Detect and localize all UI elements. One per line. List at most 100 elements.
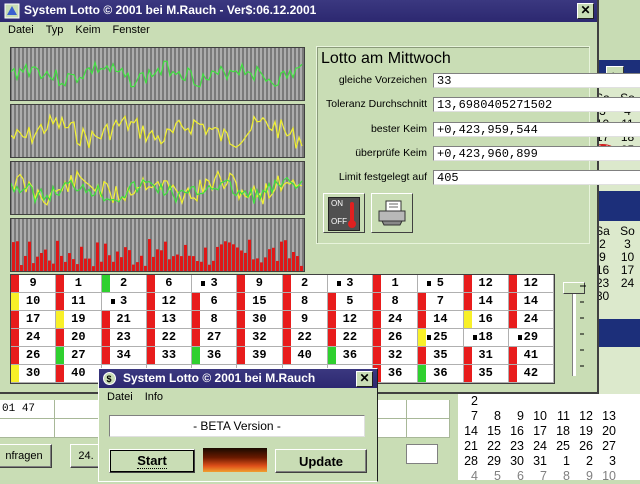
number-cell[interactable]: 5 bbox=[418, 275, 464, 293]
calendar-day[interactable]: 8 bbox=[481, 409, 504, 424]
gleiche-vorzeichen-field[interactable]: 33 bbox=[433, 73, 640, 88]
number-cell[interactable]: 6 bbox=[192, 293, 238, 311]
calendar-day[interactable]: 30 bbox=[504, 454, 527, 469]
menu-fenster[interactable]: Fenster bbox=[112, 22, 149, 40]
calendar-day[interactable]: 19 bbox=[573, 424, 596, 439]
number-cell[interactable]: 36 bbox=[192, 347, 238, 365]
number-cell[interactable]: 15 bbox=[237, 293, 283, 311]
number-cell[interactable]: 26 bbox=[373, 329, 419, 347]
calendar-day[interactable]: 23 bbox=[504, 439, 527, 454]
calendar-day[interactable]: 8 bbox=[550, 469, 573, 484]
calendar-day[interactable]: 31 bbox=[527, 454, 550, 469]
calendar-day[interactable]: 27 bbox=[596, 439, 619, 454]
number-cell[interactable]: 23 bbox=[101, 329, 147, 347]
calendar-day[interactable]: 29 bbox=[481, 454, 504, 469]
number-cell[interactable]: 1 bbox=[56, 275, 102, 293]
calendar-day[interactable]: 5 bbox=[481, 469, 504, 484]
calendar-day[interactable]: 15 bbox=[481, 424, 504, 439]
calendar-day[interactable]: 11 bbox=[550, 409, 573, 424]
calendar-day[interactable]: 21 bbox=[458, 439, 481, 454]
number-cell[interactable]: 17 bbox=[11, 311, 57, 329]
calendar-day[interactable]: 16 bbox=[504, 424, 527, 439]
menu-info[interactable]: Info bbox=[145, 391, 163, 403]
calendar-day[interactable] bbox=[481, 394, 504, 409]
update-button[interactable]: Update bbox=[275, 449, 367, 473]
number-cell[interactable]: 32 bbox=[373, 347, 419, 365]
number-cell[interactable]: 14 bbox=[418, 311, 464, 329]
number-cell[interactable]: 6 bbox=[146, 275, 192, 293]
calendar-day[interactable]: 4 bbox=[458, 469, 481, 484]
calendar-day[interactable]: 10 bbox=[527, 409, 550, 424]
number-cell[interactable]: 31 bbox=[463, 347, 509, 365]
calendar-day[interactable]: 1 bbox=[550, 454, 573, 469]
calendar-day[interactable]: 26 bbox=[573, 439, 596, 454]
number-cell[interactable]: 12 bbox=[146, 293, 192, 311]
number-cell[interactable]: 12 bbox=[508, 275, 554, 293]
close-icon[interactable]: ✕ bbox=[577, 3, 594, 19]
number-cell[interactable]: 22 bbox=[327, 329, 373, 347]
number-cell[interactable]: 32 bbox=[237, 329, 283, 347]
number-cell[interactable]: 1 bbox=[373, 275, 419, 293]
number-cell[interactable]: 29 bbox=[508, 329, 554, 347]
calendar-day[interactable]: 22 bbox=[481, 439, 504, 454]
number-cell[interactable]: 35 bbox=[418, 347, 464, 365]
calendar-day[interactable] bbox=[573, 394, 596, 409]
start-button[interactable]: Start bbox=[109, 449, 195, 473]
number-cell[interactable]: 13 bbox=[146, 311, 192, 329]
calendar-day[interactable]: 2 bbox=[458, 394, 481, 409]
calendar-day[interactable]: 25 bbox=[550, 439, 573, 454]
calendar-day[interactable]: 7 bbox=[527, 469, 550, 484]
ueberpruefe-keim-field[interactable]: +0,423,960,899 bbox=[433, 146, 640, 161]
number-cell[interactable]: 41 bbox=[508, 347, 554, 365]
number-cell[interactable]: 40 bbox=[282, 347, 328, 365]
number-cell[interactable]: 9 bbox=[11, 275, 57, 293]
calendar-day[interactable]: 13 bbox=[596, 409, 619, 424]
number-cell[interactable]: 36 bbox=[327, 347, 373, 365]
calendar-day[interactable]: 3 bbox=[596, 454, 619, 469]
number-cell[interactable]: 27 bbox=[56, 347, 102, 365]
anfragen-button[interactable]: nfragen bbox=[0, 444, 52, 468]
number-cell[interactable]: 35 bbox=[463, 365, 509, 383]
number-cell[interactable]: 36 bbox=[418, 365, 464, 383]
dialog-close-icon[interactable]: ✕ bbox=[356, 371, 373, 387]
calendar-day[interactable]: 9 bbox=[573, 469, 596, 484]
number-cell[interactable]: 12 bbox=[463, 275, 509, 293]
number-cell[interactable]: 33 bbox=[146, 347, 192, 365]
number-cell[interactable]: 18 bbox=[463, 329, 509, 347]
calendar-day[interactable]: 18 bbox=[550, 424, 573, 439]
number-cell[interactable]: 42 bbox=[508, 365, 554, 383]
number-cell[interactable]: 9 bbox=[282, 311, 328, 329]
number-cell[interactable]: 12 bbox=[327, 311, 373, 329]
calendar-day[interactable]: 9 bbox=[504, 409, 527, 424]
number-cell[interactable]: 7 bbox=[418, 293, 464, 311]
calendar-day[interactable]: 14 bbox=[458, 424, 481, 439]
number-cell[interactable]: 5 bbox=[327, 293, 373, 311]
menu-typ[interactable]: Typ bbox=[46, 22, 64, 40]
number-cell[interactable]: 11 bbox=[56, 293, 102, 311]
number-cell[interactable]: 8 bbox=[192, 311, 238, 329]
calendar-day[interactable]: 10 bbox=[596, 469, 619, 484]
number-cell[interactable]: 2 bbox=[282, 275, 328, 293]
calendar-day[interactable] bbox=[527, 394, 550, 409]
number-cell[interactable]: 8 bbox=[373, 293, 419, 311]
number-cell[interactable]: 25 bbox=[418, 329, 464, 347]
number-cell[interactable]: 24 bbox=[11, 329, 57, 347]
calendar-day[interactable]: 24 bbox=[615, 277, 640, 290]
calendar-day[interactable]: 24 bbox=[527, 439, 550, 454]
number-cell[interactable]: 40 bbox=[56, 365, 102, 383]
calendar-day[interactable]: 2 bbox=[573, 454, 596, 469]
number-cell[interactable]: 22 bbox=[146, 329, 192, 347]
number-cell[interactable]: 34 bbox=[101, 347, 147, 365]
calendar-day[interactable]: 28 bbox=[458, 454, 481, 469]
number-cell[interactable]: 8 bbox=[282, 293, 328, 311]
number-cell[interactable]: 27 bbox=[192, 329, 238, 347]
print-button[interactable] bbox=[371, 193, 413, 233]
number-cell[interactable]: 3 bbox=[192, 275, 238, 293]
calendar-day[interactable] bbox=[615, 290, 640, 303]
calendar-day[interactable]: 17 bbox=[527, 424, 550, 439]
calendar-day[interactable]: 6 bbox=[504, 469, 527, 484]
number-cell[interactable]: 21 bbox=[101, 311, 147, 329]
calendar-day[interactable] bbox=[550, 394, 573, 409]
calendar-day[interactable] bbox=[504, 394, 527, 409]
number-cell[interactable]: 30 bbox=[11, 365, 57, 383]
